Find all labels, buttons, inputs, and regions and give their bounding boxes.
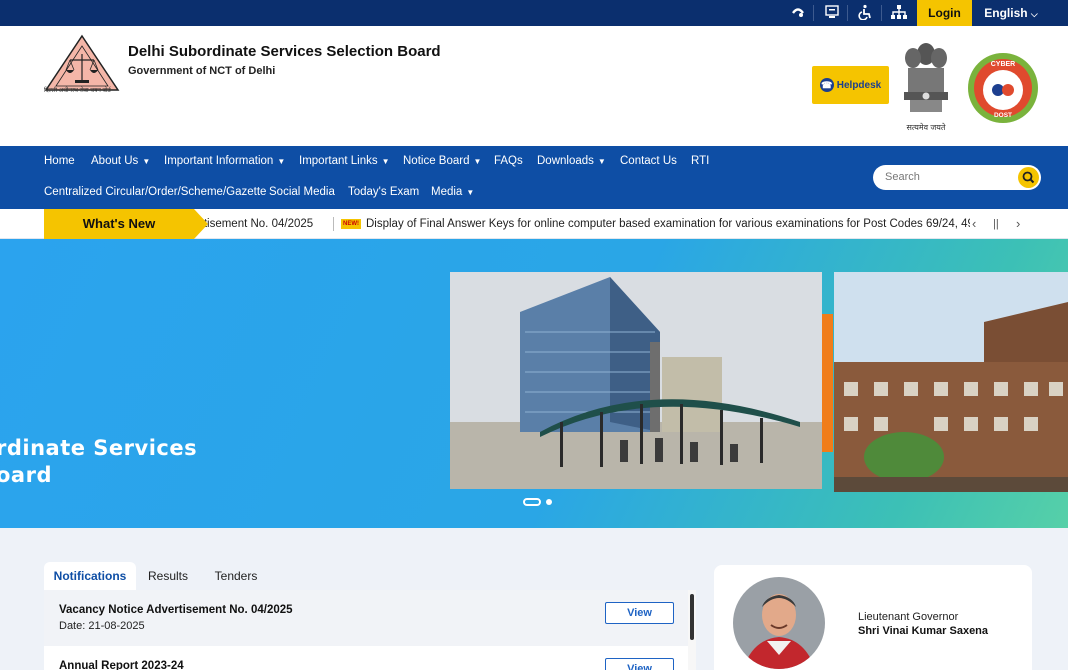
list-item: Annual Report 2023-24 View [44, 646, 689, 670]
chevron-down-icon: ⌵ [1030, 9, 1038, 19]
nav-label: Notice Board [403, 155, 470, 167]
nav-about-us[interactable]: About Us ▼ [91, 155, 150, 167]
nav-label: Centralized Circular/Order/Scheme/Gazett… [44, 186, 267, 198]
notification-title[interactable]: Vacancy Notice Advertisement No. 04/2025 [59, 604, 293, 616]
phone-icon: ☎ [819, 78, 834, 92]
language-label: English [984, 6, 1028, 20]
ticker-item[interactable]: Display of Final Answer Keys for online … [366, 209, 970, 239]
nav-important-links[interactable]: Important Links ▼ [299, 155, 390, 167]
nav-faqs[interactable]: FAQs [494, 155, 523, 167]
nav-label: FAQs [494, 155, 523, 167]
new-badge: NEW! [341, 219, 361, 229]
sitemap-display-icon[interactable] [823, 4, 841, 22]
cyber-bottom-text: DOST [994, 112, 1012, 119]
nav-label: Home [44, 155, 75, 167]
login-button[interactable]: Login [917, 0, 972, 26]
divider [847, 5, 848, 21]
site-subtitle: Government of NCT of Delhi [128, 65, 276, 77]
divider [881, 5, 882, 21]
slide-divider [822, 314, 833, 452]
nav-label: Today's Exam [348, 186, 420, 198]
ticker-pause-button[interactable]: || [993, 209, 999, 239]
cyber-dost-logo[interactable]: CYBER DOST [967, 52, 1039, 124]
logo-caption: दिल्ली अधीनस्थ सेवा चयन बोर्ड [44, 88, 111, 94]
tab-tenders[interactable]: Tenders [208, 562, 264, 590]
notification-date: Date: 21-08-2025 [59, 620, 145, 632]
tab-notifications[interactable]: Notifications [44, 562, 136, 590]
lg-portrait [733, 577, 825, 669]
sitemap-icon[interactable] [890, 4, 908, 22]
nav-downloads[interactable]: Downloads ▼ [537, 155, 606, 167]
cyber-text: CYBER [991, 61, 1016, 68]
caret-down-icon: ▼ [597, 157, 606, 166]
caret-down-icon: ▼ [466, 188, 475, 197]
divider [813, 5, 814, 21]
nav-contact-us[interactable]: Contact Us [620, 155, 677, 167]
nav-label: About Us [91, 155, 139, 167]
search-button[interactable] [1018, 167, 1039, 188]
divider [333, 217, 334, 231]
notification-list: Vacancy Notice Advertisement No. 04/2025… [44, 590, 696, 670]
nav-label: Important Information [164, 155, 274, 167]
nav-social-media[interactable]: Social Media [269, 186, 335, 198]
caret-down-icon: ▼ [142, 157, 151, 166]
main-navigation: Home About Us ▼ Important Information ▼ Im… [0, 146, 1068, 209]
lg-role: Lieutenant Governor [858, 611, 959, 623]
whats-new-label: What's New [82, 216, 156, 231]
nav-centralized-circular[interactable]: Centralized Circular/Order/Scheme/Gazett… [44, 186, 266, 198]
whats-new-ticker: rtisement No. 04/2025 NEW! Display of Fi… [0, 209, 1068, 239]
tab-results[interactable]: Results [142, 562, 194, 590]
banner-photo-building [450, 272, 822, 489]
nav-label: Social Media [269, 186, 335, 198]
carousel-dot[interactable] [546, 499, 552, 505]
caret-down-icon: ▼ [381, 157, 390, 166]
banner-photo-office [834, 272, 1068, 492]
nav-label: Contact Us [620, 155, 677, 167]
scrollbar-thumb[interactable] [690, 594, 694, 640]
whats-new-label-box: What's New [44, 209, 208, 239]
ticker-prev-button[interactable]: ‹ [972, 209, 976, 239]
view-button[interactable]: View [605, 658, 674, 670]
nav-rti[interactable]: RTI [691, 155, 709, 167]
accessibility-icon[interactable] [856, 4, 874, 22]
nav-important-information[interactable]: Important Information ▼ [164, 155, 285, 167]
language-selector[interactable]: English ⌵ [976, 0, 1046, 26]
nav-todays-exam[interactable]: Today's Exam [348, 186, 419, 198]
helpdesk-label: Helpdesk [836, 79, 882, 91]
hero-banner: rdinate Services oard [0, 239, 1068, 528]
ticker-item[interactable]: rtisement No. 04/2025 [200, 209, 313, 239]
nav-home[interactable]: Home [44, 155, 75, 167]
banner-heading-line: oard [0, 463, 52, 487]
nav-notice-board[interactable]: Notice Board ▼ [403, 155, 481, 167]
caret-down-icon: ▼ [277, 157, 286, 166]
search-input[interactable]: Search [885, 171, 920, 183]
notification-title[interactable]: Annual Report 2023-24 [59, 660, 184, 670]
screen-reader-icon[interactable] [789, 4, 807, 22]
lg-name: Shri Vinai Kumar Saxena [858, 625, 989, 637]
emblem-caption: सत्यमेव जयते [906, 123, 946, 132]
view-button[interactable]: View [605, 602, 674, 624]
banner-heading-line: rdinate Services [0, 436, 198, 460]
nav-label: Media [431, 186, 463, 198]
caret-down-icon: ▼ [473, 157, 482, 166]
list-item: Vacancy Notice Advertisement No. 04/2025… [44, 590, 689, 646]
carousel-dot-active[interactable] [523, 498, 541, 506]
site-header: दिल्ली अधीनस्थ सेवा चयन बोर्ड Delhi Subo… [0, 26, 1068, 146]
top-utility-bar: Login English ⌵ [0, 0, 1068, 26]
search-icon [1022, 171, 1035, 184]
ticker-content[interactable]: rtisement No. 04/2025 NEW! Display of Fi… [200, 209, 970, 239]
nav-label: Important Links [299, 155, 378, 167]
banner-heading: rdinate Services oard [0, 435, 197, 489]
nav-media[interactable]: Media ▼ [431, 186, 474, 198]
nav-label: Downloads [537, 155, 594, 167]
national-emblem [904, 43, 948, 112]
site-title[interactable]: Delhi Subordinate Services Selection Boa… [128, 43, 441, 60]
ticker-next-button[interactable]: › [1016, 209, 1020, 239]
helpdesk-button[interactable]: ☎ Helpdesk [812, 66, 889, 104]
lieutenant-governor-card: Lieutenant Governor Shri Vinai Kumar Sax… [714, 565, 1032, 670]
notification-tabs: Notifications Results Tenders [44, 562, 696, 590]
nav-label: RTI [691, 155, 710, 167]
search-box[interactable]: Search [873, 165, 1041, 190]
